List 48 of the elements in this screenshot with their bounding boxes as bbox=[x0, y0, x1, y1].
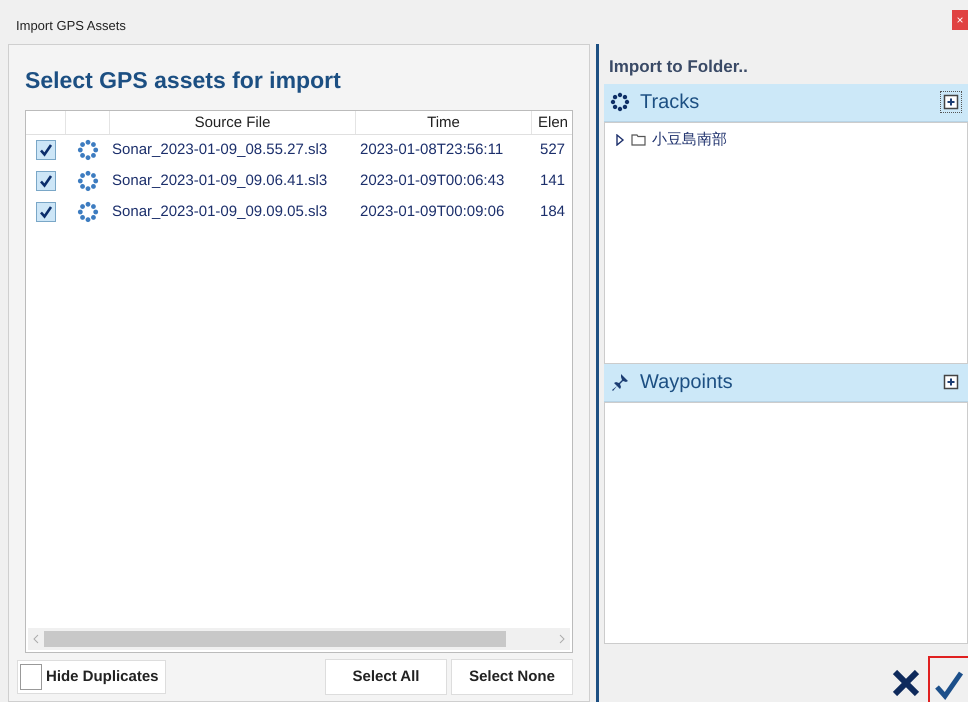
folder-name: 小豆島南部 bbox=[652, 130, 727, 150]
scrollbar-thumb[interactable] bbox=[44, 631, 506, 647]
close-icon bbox=[891, 668, 921, 698]
time-cell-text: 2023-01-09T00:09:06 bbox=[359, 202, 506, 222]
track-icon bbox=[610, 92, 630, 112]
scroll-right-icon bbox=[558, 634, 566, 644]
row-checkbox[interactable] bbox=[36, 140, 56, 160]
select-button[interactable]: Select None bbox=[451, 659, 573, 695]
hide-duplicates-checkbox[interactable]: Hide Duplicates bbox=[17, 660, 166, 694]
folder-heading: Import to Folder.. bbox=[609, 56, 749, 78]
time-cell-text: 2023-01-08T23:56:11 bbox=[359, 140, 504, 160]
checkmark-icon bbox=[39, 143, 53, 157]
horizontal-scrollbar[interactable] bbox=[28, 628, 570, 650]
column-header[interactable]: Time bbox=[356, 110, 532, 134]
table-cell-text: 141 bbox=[539, 170, 566, 191]
add-folder-icon bbox=[943, 374, 959, 390]
close-button[interactable]: × bbox=[952, 10, 968, 30]
row-checkbox[interactable] bbox=[36, 171, 56, 191]
asset-row[interactable]: Sonar_2023-01-09_09.06.41.sl3 2023-01-09T00:06:43 141 bbox=[26, 166, 572, 196]
tree-item[interactable]: 小豆島南部 bbox=[615, 128, 967, 151]
select-button[interactable]: Select All bbox=[325, 659, 447, 695]
column-header[interactable]: Elen bbox=[532, 110, 572, 134]
checkmark-icon bbox=[39, 174, 53, 188]
track-icon bbox=[77, 201, 99, 223]
ok-button[interactable] bbox=[928, 656, 968, 702]
folder-icon bbox=[631, 133, 646, 146]
section-title: Tracks bbox=[640, 90, 700, 115]
add-folder-icon bbox=[943, 94, 959, 110]
section-title: Waypoints bbox=[640, 370, 734, 395]
checkmark-icon bbox=[39, 205, 53, 219]
asset-row[interactable]: Sonar_2023-01-09_08.55.27.sl3 2023-01-08T23:56:11 527 bbox=[26, 134, 572, 166]
checkmark-icon bbox=[934, 670, 964, 700]
table-cell-text: 527 bbox=[539, 140, 566, 160]
panel-heading: Select GPS assets for import bbox=[25, 66, 342, 95]
asset-row[interactable]: Sonar_2023-01-09_09.09.05.sl3 2023-01-09T00:09:06 184 bbox=[26, 196, 572, 228]
file-name: Sonar_2023-01-09_08.55.27.sl3 bbox=[111, 140, 328, 160]
scroll-left-icon bbox=[32, 634, 40, 644]
column-header[interactable]: Source File bbox=[110, 110, 356, 134]
window-title: Import GPS Assets bbox=[16, 17, 126, 35]
add-folder-button[interactable] bbox=[940, 91, 962, 113]
table-cell-text: 184 bbox=[539, 202, 566, 222]
pushpin-icon bbox=[610, 372, 630, 392]
time-cell-text: 2023-01-09T00:06:43 bbox=[359, 170, 506, 191]
file-name: Sonar_2023-01-09_09.06.41.sl3 bbox=[111, 170, 328, 191]
row-checkbox[interactable] bbox=[36, 202, 56, 222]
track-icon bbox=[77, 139, 99, 161]
file-name: Sonar_2023-01-09_09.09.05.sl3 bbox=[111, 202, 328, 222]
track-icon bbox=[77, 170, 99, 192]
